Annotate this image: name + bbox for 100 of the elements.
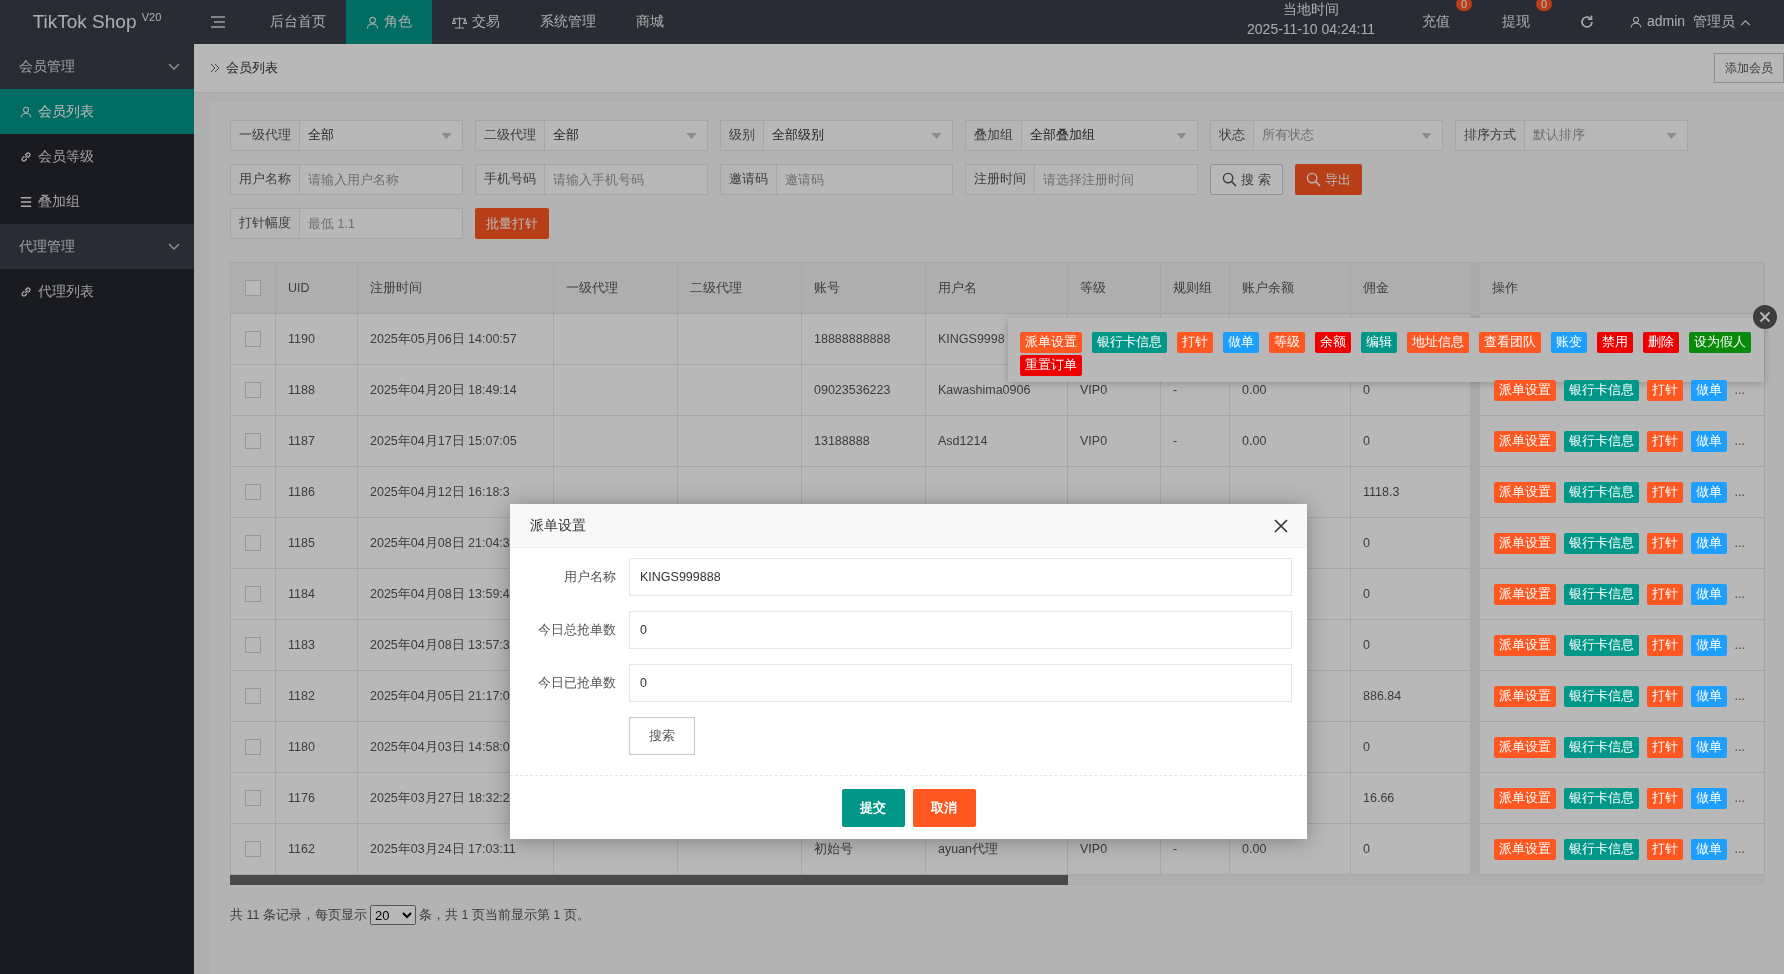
action-button[interactable]: 银行卡信息	[1563, 685, 1639, 707]
action-button[interactable]: 银行卡信息	[1563, 634, 1639, 656]
action-button[interactable]: 做单	[1690, 685, 1727, 707]
action-button[interactable]: 银行卡信息	[1563, 532, 1639, 554]
filter-select[interactable]: 全部	[545, 120, 708, 151]
action-button[interactable]: 账变	[1551, 332, 1587, 353]
more-actions[interactable]: ...	[1734, 485, 1745, 499]
add-member-button[interactable]: 添加会员	[1714, 53, 1784, 83]
search-button[interactable]: 搜索	[629, 717, 695, 755]
action-button[interactable]: 银行卡信息	[1092, 332, 1167, 353]
sidebar-item[interactable]: 代理列表	[0, 269, 194, 314]
action-button[interactable]: 打针	[1646, 634, 1683, 656]
filter-input[interactable]: 邀请码	[777, 164, 953, 195]
row-checkbox[interactable]	[245, 637, 261, 653]
action-button[interactable]: 打针	[1646, 736, 1683, 758]
nav-tab[interactable]: 角色	[346, 0, 432, 44]
row-checkbox[interactable]	[245, 331, 261, 347]
action-button[interactable]: 银行卡信息	[1563, 481, 1639, 503]
action-button[interactable]: 余额	[1315, 332, 1351, 353]
more-actions[interactable]: ...	[1734, 638, 1745, 652]
menu-icon[interactable]	[210, 15, 226, 29]
action-button[interactable]: 打针	[1646, 787, 1683, 809]
action-button[interactable]: 打针	[1646, 838, 1683, 860]
more-actions[interactable]: ...	[1734, 434, 1745, 448]
filter-input[interactable]: 请输入手机号码	[545, 164, 708, 195]
user-menu[interactable]: admin 管理员	[1618, 13, 1784, 31]
more-actions[interactable]: ...	[1734, 791, 1745, 805]
action-button[interactable]: 打针	[1646, 481, 1683, 503]
row-checkbox[interactable]	[245, 841, 261, 857]
action-button[interactable]: 地址信息	[1407, 332, 1469, 353]
action-button[interactable]: 做单	[1690, 634, 1727, 656]
action-button[interactable]: 做单	[1690, 787, 1727, 809]
sidebar-item[interactable]: 叠加组	[0, 179, 194, 224]
more-actions[interactable]: ...	[1734, 842, 1745, 856]
action-button[interactable]: 派单设置	[1493, 838, 1556, 860]
refresh-icon[interactable]	[1580, 15, 1594, 29]
filter-button[interactable]: 搜 索	[1210, 164, 1283, 195]
row-checkbox[interactable]	[245, 433, 261, 449]
filter-input[interactable]: 请选择注册时间	[1035, 164, 1198, 195]
row-checkbox[interactable]	[245, 382, 261, 398]
action-button[interactable]: 做单	[1690, 481, 1727, 503]
input-field[interactable]: KINGS999888	[629, 558, 1292, 596]
filter-select[interactable]: 全部叠加组	[1022, 120, 1198, 151]
action-button[interactable]: 等级	[1269, 332, 1305, 353]
action-button[interactable]: 编辑	[1361, 332, 1397, 353]
filter-button[interactable]: 导出	[1294, 164, 1362, 195]
action-button[interactable]: 做单	[1690, 838, 1727, 860]
submit-button[interactable]: 提交	[841, 789, 905, 827]
action-button[interactable]: 打针	[1646, 685, 1683, 707]
action-button[interactable]: 银行卡信息	[1563, 736, 1639, 758]
filter-input[interactable]: 请输入用户名称	[300, 164, 463, 195]
page-size-select[interactable]: 20	[369, 905, 416, 925]
select-all-checkbox[interactable]	[245, 280, 261, 296]
action-button[interactable]: 删除	[1643, 332, 1679, 353]
action-button[interactable]: 打针	[1177, 332, 1213, 353]
action-button[interactable]: 派单设置	[1493, 481, 1556, 503]
breadcrumb[interactable]: 会员列表	[226, 59, 278, 77]
action-button[interactable]: 做单	[1223, 332, 1259, 353]
action-button[interactable]: 做单	[1690, 736, 1727, 758]
action-button[interactable]: 派单设置	[1493, 379, 1556, 401]
action-button[interactable]: 做单	[1690, 532, 1727, 554]
action-button[interactable]: 派单设置	[1493, 634, 1556, 656]
nav-tab[interactable]: 后台首页	[250, 0, 346, 44]
filter-select[interactable]: 全部	[300, 120, 463, 151]
row-checkbox[interactable]	[245, 739, 261, 755]
action-button[interactable]: 银行卡信息	[1563, 787, 1639, 809]
action-button[interactable]: 派单设置	[1493, 430, 1556, 452]
row-checkbox[interactable]	[245, 586, 261, 602]
more-actions[interactable]: ...	[1734, 587, 1745, 601]
row-checkbox[interactable]	[245, 790, 261, 806]
action-button[interactable]: 银行卡信息	[1563, 430, 1639, 452]
filter-select[interactable]: 全部级别	[764, 120, 953, 151]
close-icon[interactable]	[1753, 305, 1777, 329]
action-button[interactable]: 银行卡信息	[1563, 583, 1639, 605]
action-button[interactable]: 打针	[1646, 430, 1683, 452]
sidebar-item[interactable]: 会员等级	[0, 134, 194, 179]
action-button[interactable]: 派单设置	[1493, 685, 1556, 707]
more-actions[interactable]: ...	[1734, 740, 1745, 754]
filter-select[interactable]: 默认排序	[1525, 120, 1688, 151]
action-button[interactable]: 做单	[1690, 583, 1727, 605]
horizontal-scrollbar[interactable]	[230, 875, 1765, 885]
sidebar-group[interactable]: 代理管理	[0, 224, 194, 269]
row-checkbox[interactable]	[245, 535, 261, 551]
more-actions[interactable]: ...	[1734, 536, 1745, 550]
row-checkbox[interactable]	[245, 484, 261, 500]
action-button[interactable]: 做单	[1690, 379, 1727, 401]
action-button[interactable]: 打针	[1646, 379, 1683, 401]
input-field[interactable]: 0	[629, 611, 1292, 649]
action-button[interactable]: 禁用	[1597, 332, 1633, 353]
action-button[interactable]: 派单设置	[1020, 332, 1082, 353]
action-button[interactable]: 设为假人	[1689, 332, 1751, 353]
action-button[interactable]: 查看团队	[1479, 332, 1541, 353]
nav-tab[interactable]: 系统管理	[520, 0, 616, 44]
action-button[interactable]: 派单设置	[1493, 583, 1556, 605]
action-button[interactable]: 派单设置	[1493, 532, 1556, 554]
action-button[interactable]: 派单设置	[1493, 787, 1556, 809]
close-icon[interactable]	[1274, 518, 1288, 533]
filter-select[interactable]: 所有状态	[1254, 120, 1443, 151]
action-button[interactable]: 打针	[1646, 532, 1683, 554]
row-checkbox[interactable]	[245, 688, 261, 704]
